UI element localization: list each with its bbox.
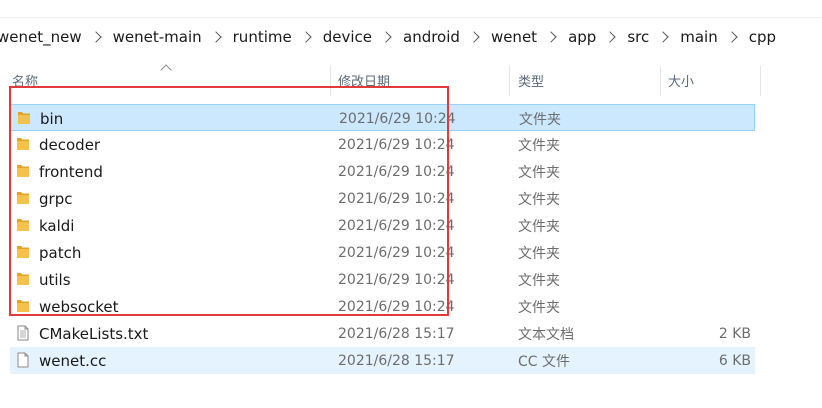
file-row[interactable]: CMakeLists.txt 2021/6/28 15:17 文本文档 2 KB bbox=[10, 320, 755, 347]
file-type: 文件夹 bbox=[518, 272, 560, 289]
folder-row[interactable]: decoder 2021/6/29 10:24 文件夹 bbox=[10, 131, 755, 158]
file-modified: 2021/6/29 10:24 bbox=[338, 163, 455, 180]
column-header: 名称 修改日期 类型 大小 bbox=[0, 64, 822, 96]
folder-row[interactable]: frontend 2021/6/29 10:24 文件夹 bbox=[10, 158, 755, 185]
file-name: decoder bbox=[39, 135, 101, 154]
chevron-right-icon[interactable] bbox=[209, 31, 222, 43]
file-type: 文件夹 bbox=[518, 218, 560, 235]
breadcrumb-item[interactable]: android bbox=[403, 28, 460, 46]
column-divider[interactable] bbox=[330, 66, 331, 96]
file-name: patch bbox=[39, 243, 82, 262]
file-type: 文件夹 bbox=[518, 191, 560, 208]
column-header-type[interactable]: 类型 bbox=[518, 64, 544, 96]
file-name: websocket bbox=[39, 297, 119, 316]
file-modified: 2021/6/29 10:24 bbox=[339, 110, 456, 127]
breadcrumb: wenet_new wenet-main runtime device android w… bbox=[0, 18, 822, 56]
breadcrumb-item[interactable]: src bbox=[627, 28, 649, 46]
file-type: CC 文件 bbox=[518, 353, 571, 370]
file-size: 6 KB bbox=[718, 352, 751, 369]
folder-row[interactable]: patch 2021/6/29 10:24 文件夹 bbox=[10, 239, 755, 266]
chevron-right-icon[interactable] bbox=[380, 31, 392, 43]
folder-icon bbox=[15, 244, 31, 260]
sort-ascending-icon[interactable] bbox=[160, 64, 172, 76]
folder-icon bbox=[15, 271, 31, 287]
file-size bbox=[672, 105, 752, 132]
file-name: grpc bbox=[39, 189, 73, 208]
file-size bbox=[671, 212, 751, 239]
breadcrumb-item[interactable]: wenet_new bbox=[0, 28, 82, 46]
chevron-right-icon[interactable] bbox=[300, 31, 312, 43]
file-size bbox=[671, 185, 751, 212]
breadcrumb-item[interactable]: wenet bbox=[491, 28, 537, 46]
file-size bbox=[671, 293, 751, 320]
file-size bbox=[671, 239, 751, 266]
chevron-right-icon[interactable] bbox=[89, 31, 102, 43]
folder-icon bbox=[15, 298, 31, 314]
file-type: 文件夹 bbox=[518, 245, 560, 262]
breadcrumb-item[interactable]: wenet-main bbox=[113, 28, 202, 46]
folder-icon bbox=[15, 163, 31, 179]
file-type: 文件夹 bbox=[518, 299, 560, 316]
chevron-right-icon[interactable] bbox=[604, 31, 616, 43]
file-modified: 2021/6/29 10:24 bbox=[338, 190, 455, 207]
column-header-name[interactable]: 名称 bbox=[12, 64, 38, 96]
file-modified: 2021/6/28 15:17 bbox=[338, 352, 455, 369]
file-size bbox=[671, 131, 751, 158]
file-type: 文件夹 bbox=[519, 111, 561, 128]
file-modified: 2021/6/29 10:24 bbox=[338, 136, 455, 153]
chevron-right-icon[interactable] bbox=[726, 31, 738, 43]
chevron-right-icon[interactable] bbox=[657, 31, 669, 43]
chevron-right-icon[interactable] bbox=[545, 31, 557, 43]
file-name: CMakeLists.txt bbox=[39, 324, 149, 343]
folder-icon bbox=[15, 217, 31, 233]
folder-icon bbox=[16, 110, 32, 126]
file-size bbox=[671, 158, 751, 185]
file-icon bbox=[15, 352, 31, 368]
column-divider[interactable] bbox=[660, 66, 661, 96]
file-name: kaldi bbox=[39, 216, 75, 235]
file-size: 2 KB bbox=[718, 325, 751, 342]
breadcrumb-item[interactable]: main bbox=[680, 28, 717, 46]
folder-row[interactable]: websocket 2021/6/29 10:24 文件夹 bbox=[10, 293, 755, 320]
folder-icon bbox=[15, 136, 31, 152]
text-file-icon bbox=[15, 325, 31, 341]
file-modified: 2021/6/29 10:24 bbox=[338, 217, 455, 234]
file-type: 文件夹 bbox=[518, 137, 560, 154]
breadcrumb-item[interactable]: app bbox=[568, 28, 596, 46]
breadcrumb-item[interactable]: cpp bbox=[749, 28, 776, 46]
file-name: wenet.cc bbox=[39, 351, 107, 370]
file-type: 文件夹 bbox=[518, 164, 560, 181]
column-header-size[interactable]: 大小 bbox=[668, 64, 694, 96]
column-header-modified[interactable]: 修改日期 bbox=[338, 64, 390, 96]
file-name: frontend bbox=[39, 162, 103, 181]
folder-row[interactable]: kaldi 2021/6/29 10:24 文件夹 bbox=[10, 212, 755, 239]
file-modified: 2021/6/29 10:24 bbox=[338, 244, 455, 261]
window-top-strip bbox=[0, 0, 822, 18]
file-row[interactable]: wenet.cc 2021/6/28 15:17 CC 文件 6 KB bbox=[10, 347, 755, 374]
file-size bbox=[671, 266, 751, 293]
folder-row[interactable]: utils 2021/6/29 10:24 文件夹 bbox=[10, 266, 755, 293]
chevron-right-icon[interactable] bbox=[468, 31, 480, 43]
file-modified: 2021/6/28 15:17 bbox=[338, 325, 455, 342]
file-modified: 2021/6/29 10:24 bbox=[338, 271, 455, 288]
file-name: utils bbox=[39, 270, 71, 289]
folder-icon bbox=[15, 190, 31, 206]
file-type: 文本文档 bbox=[518, 326, 574, 343]
column-divider[interactable] bbox=[509, 66, 510, 96]
file-modified: 2021/6/29 10:24 bbox=[338, 298, 455, 315]
folder-row[interactable]: bin 2021/6/29 10:24 文件夹 bbox=[10, 104, 755, 131]
column-divider[interactable] bbox=[760, 66, 761, 96]
file-name: bin bbox=[40, 109, 64, 128]
folder-row[interactable]: grpc 2021/6/29 10:24 文件夹 bbox=[10, 185, 755, 212]
breadcrumb-item[interactable]: runtime bbox=[233, 28, 292, 46]
breadcrumb-item[interactable]: device bbox=[323, 28, 372, 46]
